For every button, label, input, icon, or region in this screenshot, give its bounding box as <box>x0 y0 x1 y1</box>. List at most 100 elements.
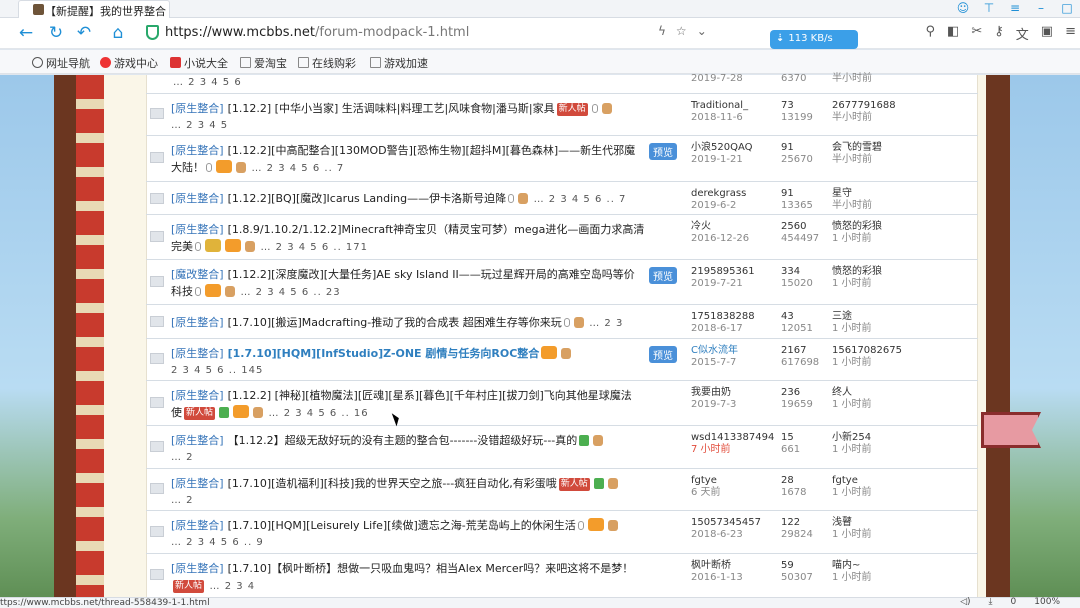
thread-subject: [魔改整合] [1.12.2][深度魔改][大量任务]AE sky Island … <box>171 266 641 301</box>
minimize-icon[interactable]: – <box>1034 1 1048 15</box>
thread-author: 小浪520QAQ 2019-1-21 <box>691 142 753 165</box>
thread-author: 冷火 2016-12-26 <box>691 221 750 244</box>
more-icon[interactable]: ≡ <box>1065 24 1076 43</box>
notification-count[interactable]: 0 <box>1011 597 1017 607</box>
thread-category[interactable]: [原生整合] <box>171 223 224 236</box>
thread-title[interactable]: [1.7.10]【枫叶断桥】想做一只吸血鬼吗？相当Alex Mercer吗？来吧… <box>228 562 634 575</box>
table-row[interactable]: [原生整合] [1.12.2] [中华小当家] 生活调味料|料理工艺|风味食物|潘… <box>146 94 978 136</box>
thread-pager[interactable]: … 2 3 4 5 6 <box>173 77 242 88</box>
thread-pager[interactable]: … 2 3 4 5 6 .. 7 <box>534 194 627 205</box>
tab-bar: 【新提醒】我的世界整合 ☺ ⊤ ≡ – □ <box>0 0 1080 18</box>
table-row[interactable]: [原生整合] [1.12.2] [神秘][植物魔法][匠魂][星系][暮色][千年… <box>146 381 978 426</box>
thread-subject: [原生整合] [1.12.2] [神秘][植物魔法][匠魂][星系][暮色][千年… <box>171 387 641 422</box>
thread-category[interactable]: [原生整合] <box>171 519 224 532</box>
star-icon[interactable]: ☆ <box>676 24 687 38</box>
search-icon[interactable]: ⚲ <box>926 24 936 43</box>
thread-pager[interactable]: 2 3 4 5 6 .. 145 <box>171 362 671 379</box>
thread-category[interactable]: [原生整合] <box>171 192 224 205</box>
menu-icon[interactable]: ≡ <box>1008 1 1022 15</box>
table-row[interactable]: [原生整合] [1.12.2][BQ][魔改]Icarus Landing——伊卡… <box>146 182 978 215</box>
scissors-icon[interactable]: ✂ <box>971 24 982 43</box>
secure-shield-icon <box>146 25 159 40</box>
thread-category[interactable]: [原生整合] <box>171 316 224 329</box>
extension-icon[interactable]: ◧ <box>947 24 959 43</box>
thread-author: 2019-7-28 <box>691 73 743 84</box>
lightning-icon[interactable]: ϟ <box>658 24 666 38</box>
thread-counts: 91 13365 <box>781 188 813 211</box>
undo-icon[interactable]: ↶ <box>74 23 94 43</box>
preview-button[interactable]: 预览 <box>649 346 677 363</box>
translate-icon[interactable]: 文 <box>1016 24 1029 43</box>
url-bar[interactable]: https://www.mcbbs.net/forum-modpack-1.ht… <box>140 22 740 45</box>
bookmark-item[interactable]: 小说大全 <box>170 55 228 71</box>
thread-title[interactable]: 【1.12.2】超级无敌好玩的没有主题的整合包-------没错超级好玩---真… <box>228 434 578 447</box>
minecraft-favicon-icon <box>33 4 44 15</box>
thread-author: derekgrass 2019-6-2 <box>691 188 747 211</box>
zoom-level[interactable]: 100% <box>1034 597 1060 607</box>
thread-category[interactable]: [原生整合] <box>171 389 224 402</box>
shirt-icon[interactable]: ⊤ <box>982 1 996 15</box>
thread-category[interactable]: [魔改整合] <box>171 268 224 281</box>
table-row[interactable]: [原生整合] [1.7.10][造机福利][科技]我的世界天空之旅---疯狂自动化… <box>146 469 978 511</box>
thread-pager[interactable]: … 2 <box>171 449 671 466</box>
table-row[interactable]: [原生整合] [1.12.2][中高配整合][130MOD警告][恐怖生物][超抖… <box>146 136 978 182</box>
thread-category[interactable]: [原生整合] <box>171 347 224 360</box>
screenshot-icon[interactable]: ▣ <box>1041 24 1053 43</box>
thread-subject: [原生整合] [1.12.2] [中华小当家] 生活调味料|料理工艺|风味食物|潘… <box>171 100 671 134</box>
new-user-badge: 新人帖 <box>173 580 205 593</box>
bookmark-item[interactable]: 游戏加速 <box>370 55 428 71</box>
back-icon[interactable]: ← <box>16 23 36 43</box>
thread-status-icon <box>150 276 164 287</box>
scroll-top-flag[interactable] <box>981 412 1041 448</box>
thread-pager[interactable]: … 2 3 4 5 <box>171 117 671 134</box>
thread-pager[interactable]: … 2 3 4 5 6 .. 16 <box>269 408 369 419</box>
thread-subject: [原生整合] [1.7.10]【枫叶断桥】想做一只吸血鬼吗？相当Alex Merc… <box>171 560 641 595</box>
download-icon[interactable]: ⤓ <box>989 597 993 607</box>
table-row[interactable]: [原生整合] [1.7.10][HQM][InfStudio]Z-ONE 剧情与任… <box>146 339 978 381</box>
thread-pager[interactable]: … 2 3 4 5 6 .. 7 <box>252 163 345 174</box>
thread-category[interactable]: [原生整合] <box>171 102 224 115</box>
tab-active[interactable]: 【新提醒】我的世界整合 <box>18 0 170 18</box>
thread-category[interactable]: [原生整合] <box>171 144 224 157</box>
preview-button[interactable]: 预览 <box>649 267 677 284</box>
table-row[interactable]: [魔改整合] [1.12.2][深度魔改][大量任务]AE sky Island … <box>146 260 978 305</box>
table-row[interactable]: [原生整合] [1.7.10][HQM][Leisurely Life][续做]遗… <box>146 511 978 554</box>
thread-title[interactable]: [1.8.9/1.10.2/1.12.2]Minecraft神奇宝贝（精灵宝可梦… <box>171 223 644 253</box>
dropdown-icon[interactable]: ⌄ <box>697 24 707 38</box>
bookmarks-bar: 网址导航 游戏中心 小说大全 爱淘宝 在线购彩 游戏加速 <box>0 50 1080 74</box>
thread-category[interactable]: [原生整合] <box>171 562 224 575</box>
maximize-icon[interactable]: □ <box>1060 1 1074 15</box>
thread-pager[interactable]: … 2 <box>171 492 671 509</box>
thread-title[interactable]: [1.12.2][BQ][魔改]Icarus Landing——伊卡洛斯号迫降 <box>228 192 507 205</box>
thread-title[interactable]: [1.7.10][HQM][InfStudio]Z-ONE 剧情与任务向ROC整… <box>228 347 540 360</box>
table-row[interactable]: [原生整合] [1.7.10]【枫叶断桥】想做一只吸血鬼吗？相当Alex Merc… <box>146 554 978 597</box>
reload-icon[interactable]: ↻ <box>46 23 66 43</box>
speed-icon: ⇣ <box>776 33 785 44</box>
sound-icon[interactable]: ◁) <box>960 597 970 607</box>
thread-title[interactable]: [1.7.10][造机福利][科技]我的世界天空之旅---疯狂自动化,有彩蛋哦 <box>228 477 557 490</box>
thread-pager[interactable]: … 2 3 4 <box>210 581 256 592</box>
bookmark-item[interactable]: 在线购彩 <box>298 55 356 71</box>
thread-pager[interactable]: … 2 3 4 5 6 .. 23 <box>241 287 341 298</box>
bookmark-item[interactable]: 游戏中心 <box>100 55 158 71</box>
url-text[interactable]: https://www.mcbbs.net/forum-modpack-1.ht… <box>165 25 469 40</box>
thread-pager[interactable]: … 2 3 <box>589 318 623 329</box>
table-row[interactable]: [原生整合] [1.8.9/1.10.2/1.12.2]Minecraft神奇宝贝… <box>146 215 978 260</box>
thread-category[interactable]: [原生整合] <box>171 434 224 447</box>
thread-pager[interactable]: … 2 3 4 5 6 .. 9 <box>171 534 671 551</box>
preview-button[interactable]: 预览 <box>649 143 677 160</box>
home-icon[interactable]: ⌂ <box>108 23 128 43</box>
download-speed-badge[interactable]: ⇣ 113 KB/s <box>770 30 858 49</box>
bookmark-item[interactable]: 网址导航 <box>32 55 90 71</box>
thread-title[interactable]: [1.7.10][HQM][Leisurely Life][续做]遗忘之海-荒芜… <box>228 519 576 532</box>
thread-title[interactable]: [1.12.2] [中华小当家] 生活调味料|料理工艺|风味食物|潘马斯|家具 <box>228 102 555 115</box>
table-row[interactable]: … 2 3 4 5 6 2019-7-28 6370 半小时前 <box>146 73 978 94</box>
table-row[interactable]: [原生整合] 【1.12.2】超级无敌好玩的没有主题的整合包-------没错超级… <box>146 426 978 469</box>
thread-pager[interactable]: … 2 3 4 5 6 .. 171 <box>261 242 369 253</box>
key-icon[interactable]: ⚷ <box>994 24 1004 43</box>
thread-category[interactable]: [原生整合] <box>171 477 224 490</box>
table-row[interactable]: [原生整合] [1.7.10][搬运]Madcrafting-推动了我的合成表 超… <box>146 305 978 339</box>
bookmark-item[interactable]: 爱淘宝 <box>240 55 287 71</box>
thread-title[interactable]: [1.7.10][搬运]Madcrafting-推动了我的合成表 超困难生存等你… <box>228 316 562 329</box>
user-icon[interactable]: ☺ <box>956 1 970 15</box>
